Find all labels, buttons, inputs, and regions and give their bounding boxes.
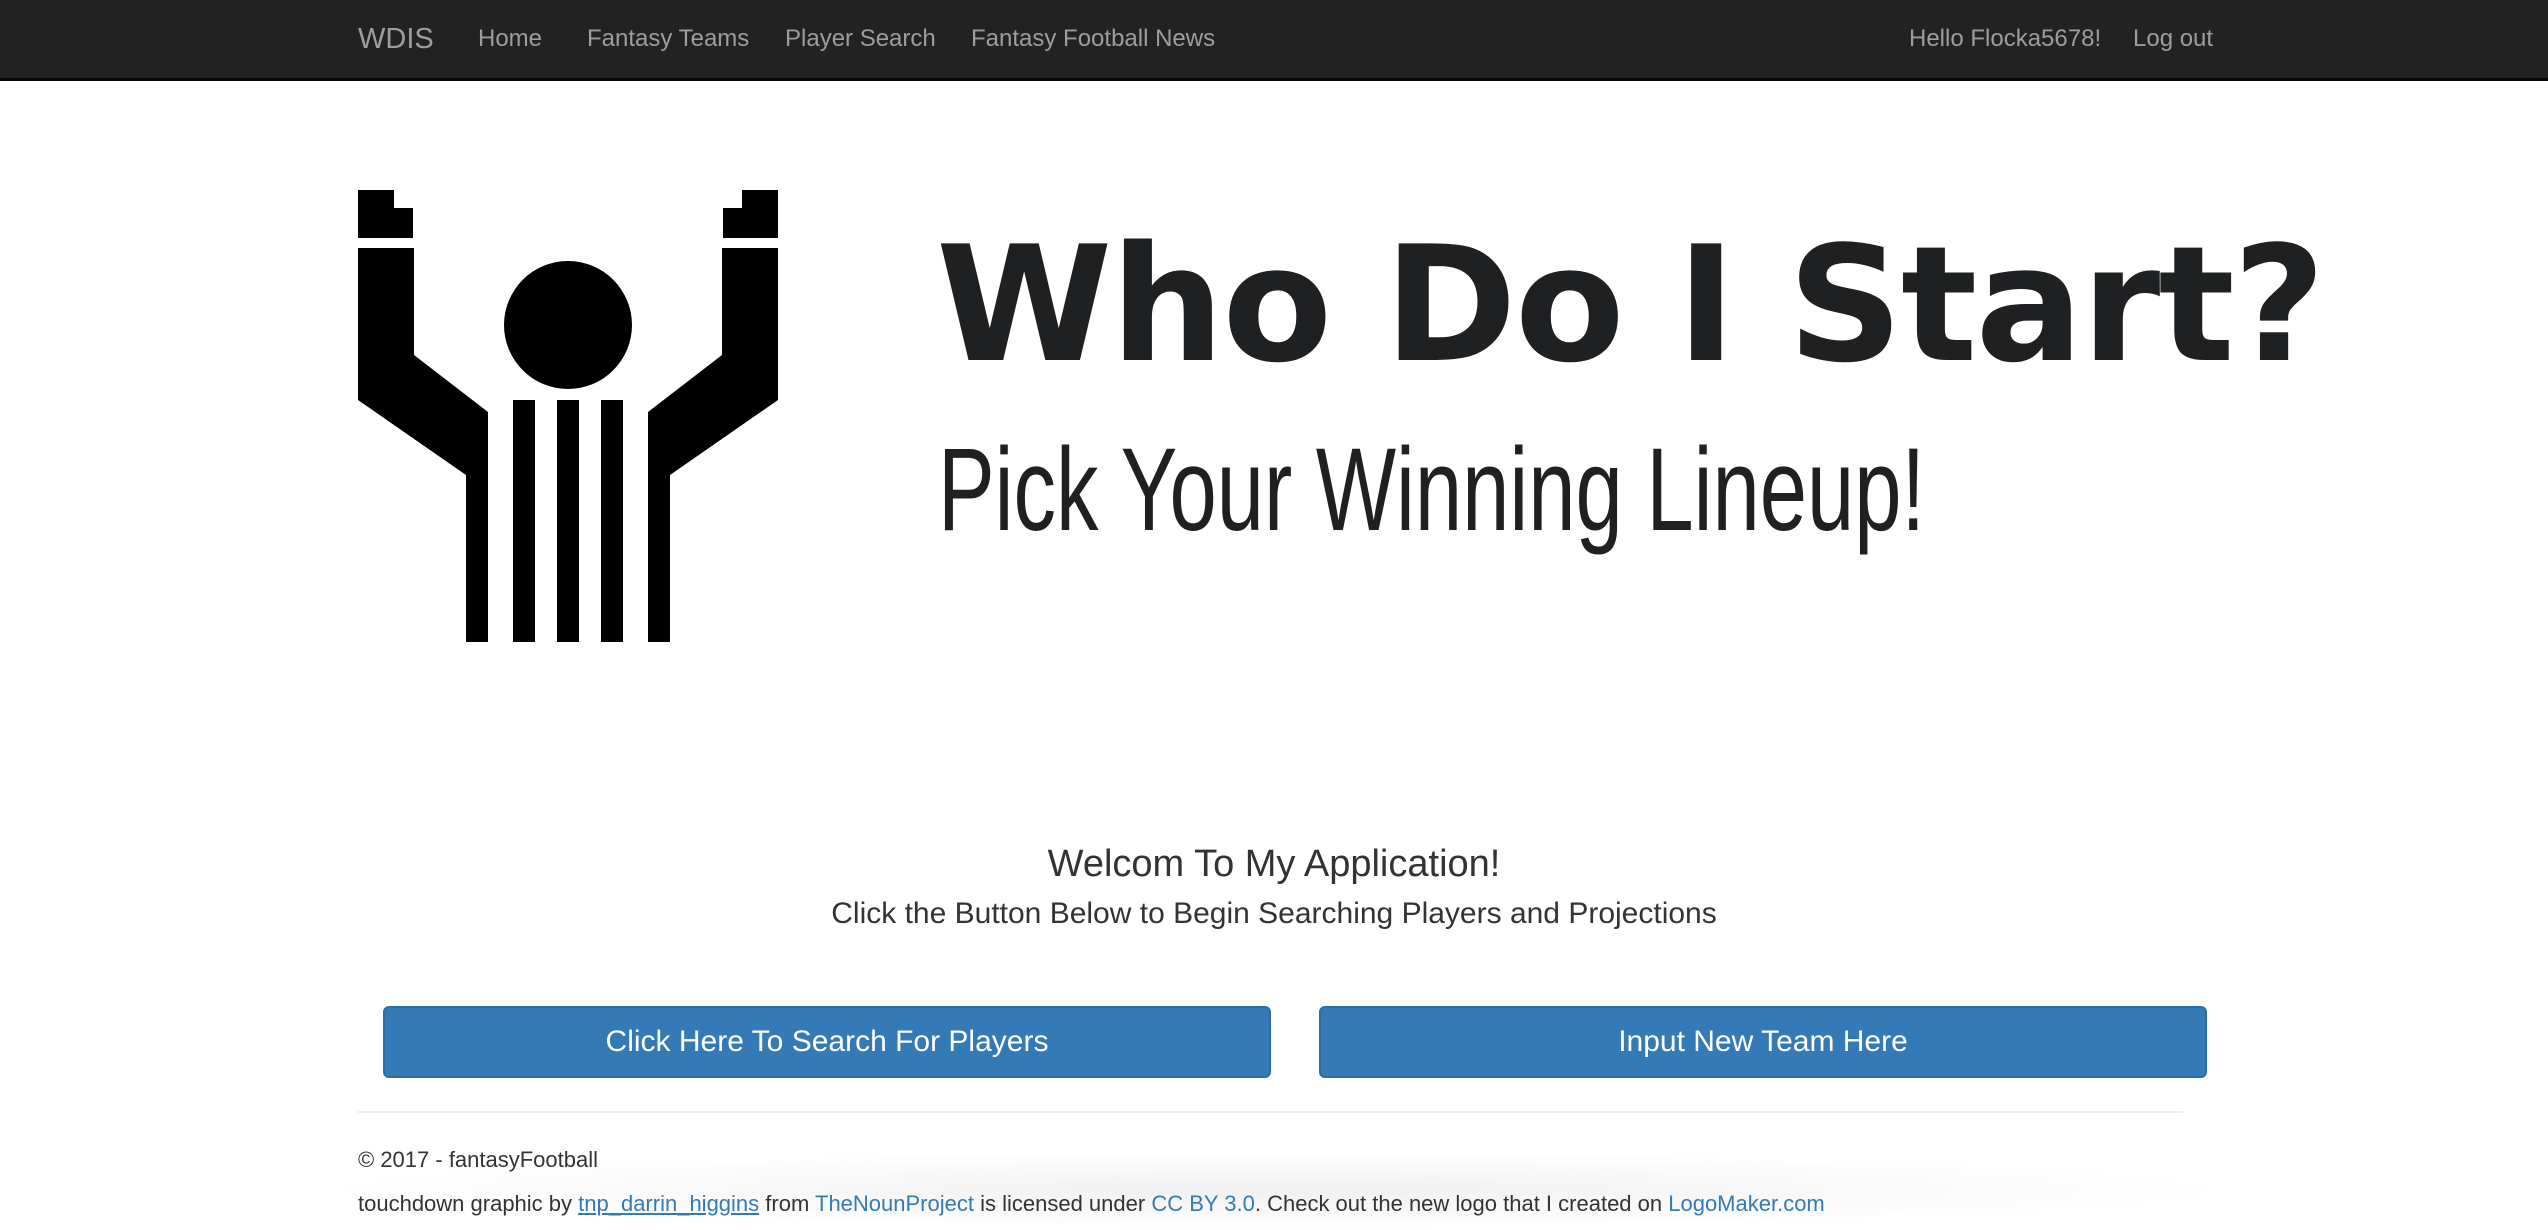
- welcome-subheading: Click the Button Below to Begin Searchin…: [831, 897, 1717, 930]
- hero-banner: Who Do I Start? Pick Your Winning Lineup…: [358, 190, 2326, 650]
- search-players-button[interactable]: Click Here To Search For Players: [383, 1006, 1271, 1078]
- nav-fantasy-teams[interactable]: Fantasy Teams: [587, 0, 749, 78]
- footer-copyright: © 2017 - fantasyFootball: [358, 1147, 599, 1172]
- credit-source-link[interactable]: TheNounProject: [815, 1191, 974, 1216]
- nav-fantasy-football-news[interactable]: Fantasy Football News: [971, 0, 1215, 78]
- credit-license-link[interactable]: CC BY 3.0: [1151, 1191, 1255, 1216]
- nav-player-search[interactable]: Player Search: [785, 0, 936, 78]
- hero-title: Who Do I Start?: [936, 211, 2326, 398]
- credit-logo-text: . Check out the new logo that I created …: [1254, 1191, 1669, 1216]
- credit-author-link[interactable]: tnp_darrin_higgins: [578, 1191, 759, 1216]
- nav-logout[interactable]: Log out: [2133, 0, 2213, 78]
- welcome-heading: Welcom To My Application!: [1047, 843, 1501, 885]
- credit-logo-site-link[interactable]: LogoMaker.com: [1668, 1191, 1825, 1216]
- brand-link[interactable]: WDIS: [358, 0, 434, 78]
- footer-credits: touchdown graphic by tnp_darrin_higgins …: [358, 1190, 1825, 1218]
- credit-license-text: is licensed under: [973, 1191, 1152, 1216]
- top-navbar: WDIS Home Fantasy Teams Player Search Fa…: [0, 0, 2548, 81]
- input-new-team-button[interactable]: Input New Team Here: [1319, 1006, 2207, 1078]
- nav-home[interactable]: Home: [478, 0, 542, 78]
- footer-divider: [358, 1111, 2183, 1113]
- credit-prefix: touchdown graphic by: [358, 1191, 579, 1216]
- referee-touchdown-icon: [358, 190, 778, 642]
- credit-from: from: [759, 1191, 815, 1216]
- hero-subtitle: Pick Your Winning Lineup!: [938, 424, 1926, 556]
- nav-user-greeting[interactable]: Hello Flocka5678!: [1909, 0, 2101, 78]
